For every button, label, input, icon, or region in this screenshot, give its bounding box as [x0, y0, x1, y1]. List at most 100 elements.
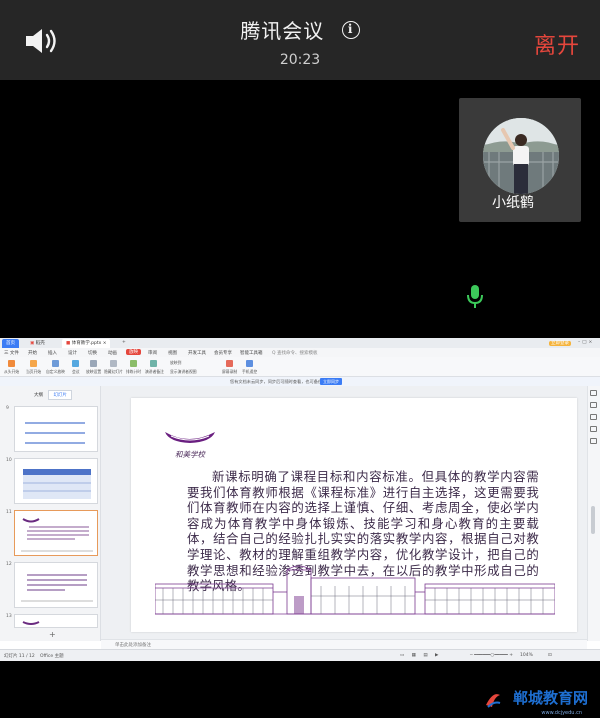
slide-thumbnail-selected[interactable] [14, 510, 98, 556]
tab-docer-label: 稻壳 [35, 341, 45, 346]
toolbar-settings-icon[interactable] [590, 438, 597, 444]
ribbon-label: 隐藏幻灯片 [104, 369, 123, 374]
menu-design[interactable]: 设计 [68, 350, 77, 356]
play-from-start-icon[interactable] [8, 360, 15, 367]
wps-ribbon: 从头开始 当页开始 自定义放映 会议 放映设置 隐藏幻灯片 排练计时 演讲者备注… [0, 357, 600, 377]
menu-file[interactable]: 三 文件 [4, 350, 19, 356]
login-label: 立即登录 [549, 341, 571, 346]
ribbon-label: 当页开始 [26, 369, 42, 374]
shared-screen: 首页 ▣ 稻壳 ■ 体育教学.pptx × + 立即登录 –□× 三 文件 开始… [0, 338, 600, 661]
thumb-number: 9 [6, 406, 9, 411]
ribbon-label: 从头开始 [4, 369, 20, 374]
ribbon-label: 演讲者备注 [145, 369, 164, 374]
add-slide-button[interactable]: + [49, 630, 56, 639]
menu-transition[interactable]: 切换 [88, 350, 97, 356]
fit-window-icon[interactable]: ⊡ [548, 653, 552, 658]
status-bar: 幻灯片 11 / 12 Office 主题 ▭ ▦ ▤ ▶ ─ ━━━━━━○━… [0, 649, 600, 661]
meeting-top-bar: 腾讯会议 i 20:23 离开 [0, 0, 600, 80]
ribbon-label: 会议 [72, 369, 80, 374]
tab-home[interactable]: 首页 [2, 339, 19, 348]
toolbar-select-icon[interactable] [590, 390, 597, 396]
participant-name: 小纸鹤 [492, 195, 534, 211]
watermark-url: www.dcjyedu.cn [541, 710, 582, 716]
ribbon-label: 手机遥控 [242, 369, 258, 374]
hide-slide-icon[interactable] [110, 360, 117, 367]
tab-document[interactable]: ■ 体育教学.pptx × [62, 339, 111, 348]
docer-icon: ▣ [30, 341, 35, 346]
tab-outline[interactable]: 大纲 [30, 391, 47, 399]
menu-review[interactable]: 审阅 [148, 350, 157, 356]
screen-record-icon[interactable] [226, 360, 233, 367]
thumb-number: 12 [6, 562, 12, 567]
slide-thumbnail[interactable] [14, 562, 98, 608]
notes-placeholder: 单击此处添加备注 [115, 643, 151, 648]
panel-tabs: 大纲 幻灯片 [30, 390, 72, 400]
zoom-level: 104% [520, 653, 533, 658]
ppt-icon: ■ [66, 341, 71, 346]
slide-thumbnail[interactable] [14, 406, 98, 452]
play-current-icon[interactable] [30, 360, 37, 367]
slide-thumbnail[interactable] [14, 614, 98, 628]
avatar [483, 118, 559, 194]
leave-button[interactable]: 离开 [534, 28, 580, 60]
thumb-number: 11 [6, 510, 12, 515]
sync-notice-bar: 您有文档未云同步，同步后可随时查看，也可备份 立即同步 [0, 377, 600, 386]
ribbon-label: 排练计时 [126, 369, 142, 374]
ribbon-label[interactable]: 显示演讲者视图 [170, 369, 197, 375]
rehearse-timing-icon[interactable] [130, 360, 137, 367]
site-logo [486, 694, 501, 708]
slide-editor-area: 和美学校 新课标明确了课程目标和内容标准。但具体的教学内容需要我们体育教师根据《… [101, 386, 587, 641]
sync-now-button[interactable]: 立即同步 [320, 378, 342, 385]
ribbon-label: 放映设置 [86, 369, 102, 374]
meeting-title: 腾讯会议 [240, 19, 325, 43]
slide-thumbnail[interactable] [14, 458, 98, 504]
speaker-notes-icon[interactable] [150, 360, 157, 367]
thumb-number: 13 [6, 614, 12, 619]
right-toolbar [587, 386, 600, 641]
theme-name: Office 主题 [40, 654, 64, 659]
school-logo-text: 和美学校 [175, 450, 206, 459]
slide-counter: 幻灯片 11 / 12 [4, 654, 35, 659]
wps-tab-bar: 首页 ▣ 稻壳 ■ 体育教学.pptx × + 立即登录 –□× [0, 338, 600, 348]
custom-show-icon[interactable] [52, 360, 59, 367]
ribbon-label: 屏幕录制 [222, 369, 238, 374]
info-icon[interactable]: i [341, 20, 360, 39]
tab-docer[interactable]: ▣ 稻壳 [26, 339, 49, 348]
slide-thumbnail-panel: 大纲 幻灯片 9 10 11 12 13 + [0, 386, 101, 641]
menu-view[interactable]: 视图 [168, 350, 177, 356]
menu-member[interactable]: 会员专享 [214, 350, 232, 356]
microphone-icon [467, 285, 483, 308]
ribbon-label: 自定义放映 [46, 369, 65, 374]
sync-notice-text: 您有文档未云同步，同步后可随时查看，也可备份 [230, 379, 323, 384]
thumb-number: 10 [6, 458, 12, 463]
wps-menu-bar: 三 文件 开始 插入 设计 切换 动画 放映 审阅 视图 开发工具 会员专享 智… [0, 348, 600, 357]
toolbar-shape-icon[interactable] [590, 402, 597, 408]
window-controls[interactable]: –□× [574, 339, 598, 348]
zoom-slider[interactable]: ─ ━━━━━━○━━━━━ + [470, 653, 513, 658]
view-mode-icons[interactable]: ▭ ▦ ▤ ▶ [400, 653, 442, 658]
tab-document-label: 体育教学.pptx [71, 341, 102, 346]
toolbar-animation-icon[interactable] [590, 426, 597, 432]
new-tab-button[interactable]: + [118, 339, 130, 348]
menu-insert[interactable]: 插入 [48, 350, 57, 356]
watermark-text: 郸城教育网 [512, 689, 588, 707]
remote-control-icon[interactable] [246, 360, 253, 367]
meeting-icon[interactable] [72, 360, 79, 367]
menu-smart-tools[interactable]: 智能工具箱 [240, 350, 263, 356]
vertical-scrollbar[interactable] [591, 506, 595, 534]
menu-start[interactable]: 开始 [28, 350, 37, 356]
login-button[interactable]: 立即登录 [545, 339, 575, 348]
notes-bar[interactable]: 单击此处添加备注 [101, 639, 587, 649]
show-settings-icon[interactable] [90, 360, 97, 367]
current-slide[interactable]: 和美学校 新课标明确了课程目标和内容标准。但具体的教学内容需要我们体育教师根据《… [131, 398, 577, 632]
school-building-illustration [155, 565, 555, 615]
meeting-title-row: 腾讯会议 i [0, 15, 600, 44]
ribbon-label[interactable]: 放映到 [170, 360, 181, 366]
meeting-time: 20:23 [279, 52, 321, 68]
toolbar-format-icon[interactable] [590, 414, 597, 420]
search-commands[interactable]: Q 查找命令、搜索模板 [272, 350, 317, 356]
menu-animation[interactable]: 动画 [108, 350, 117, 356]
menu-slideshow[interactable]: 放映 [126, 349, 141, 355]
menu-developer[interactable]: 开发工具 [188, 350, 206, 356]
tab-slides[interactable]: 幻灯片 [48, 390, 72, 400]
